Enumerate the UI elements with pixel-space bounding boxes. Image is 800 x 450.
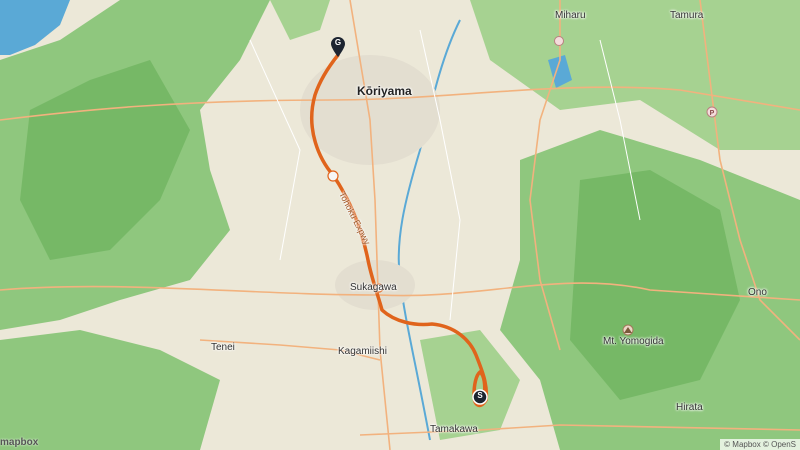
label-koriyama: Kōriyama (357, 84, 412, 98)
label-sukagawa: Sukagawa (350, 282, 397, 293)
label-tenei: Tenei (211, 342, 235, 353)
urban-koriyama (300, 55, 440, 165)
label-ono: Ono (748, 287, 767, 298)
start-marker[interactable]: S (472, 389, 488, 407)
label-tamakawa: Tamakawa (430, 424, 478, 435)
svg-text:P: P (710, 110, 715, 117)
start-marker-label: S (477, 391, 483, 400)
label-hirata: Hirata (676, 402, 703, 413)
poi-parking: P (706, 106, 718, 118)
map-canvas: P (0, 0, 800, 450)
goal-marker-label: G (334, 38, 342, 47)
label-mt-yomogida: Mt. Yomogida (603, 336, 664, 347)
route-waypoint-1 (327, 170, 339, 182)
poi-miharu (554, 36, 564, 46)
attribution[interactable]: © Mapbox © OpenS (720, 439, 800, 450)
label-tamura: Tamura (670, 10, 704, 21)
goal-marker[interactable]: G (330, 36, 346, 58)
poi-mt-yomogida (622, 324, 634, 336)
label-kagamiishi: Kagamiishi (338, 346, 387, 357)
mapbox-logo[interactable]: mapbox (0, 437, 38, 448)
label-miharu: Miharu (555, 10, 586, 21)
map-view[interactable]: P Miharu Tamura Kōriyama Sukagawa Kagami… (0, 0, 800, 450)
